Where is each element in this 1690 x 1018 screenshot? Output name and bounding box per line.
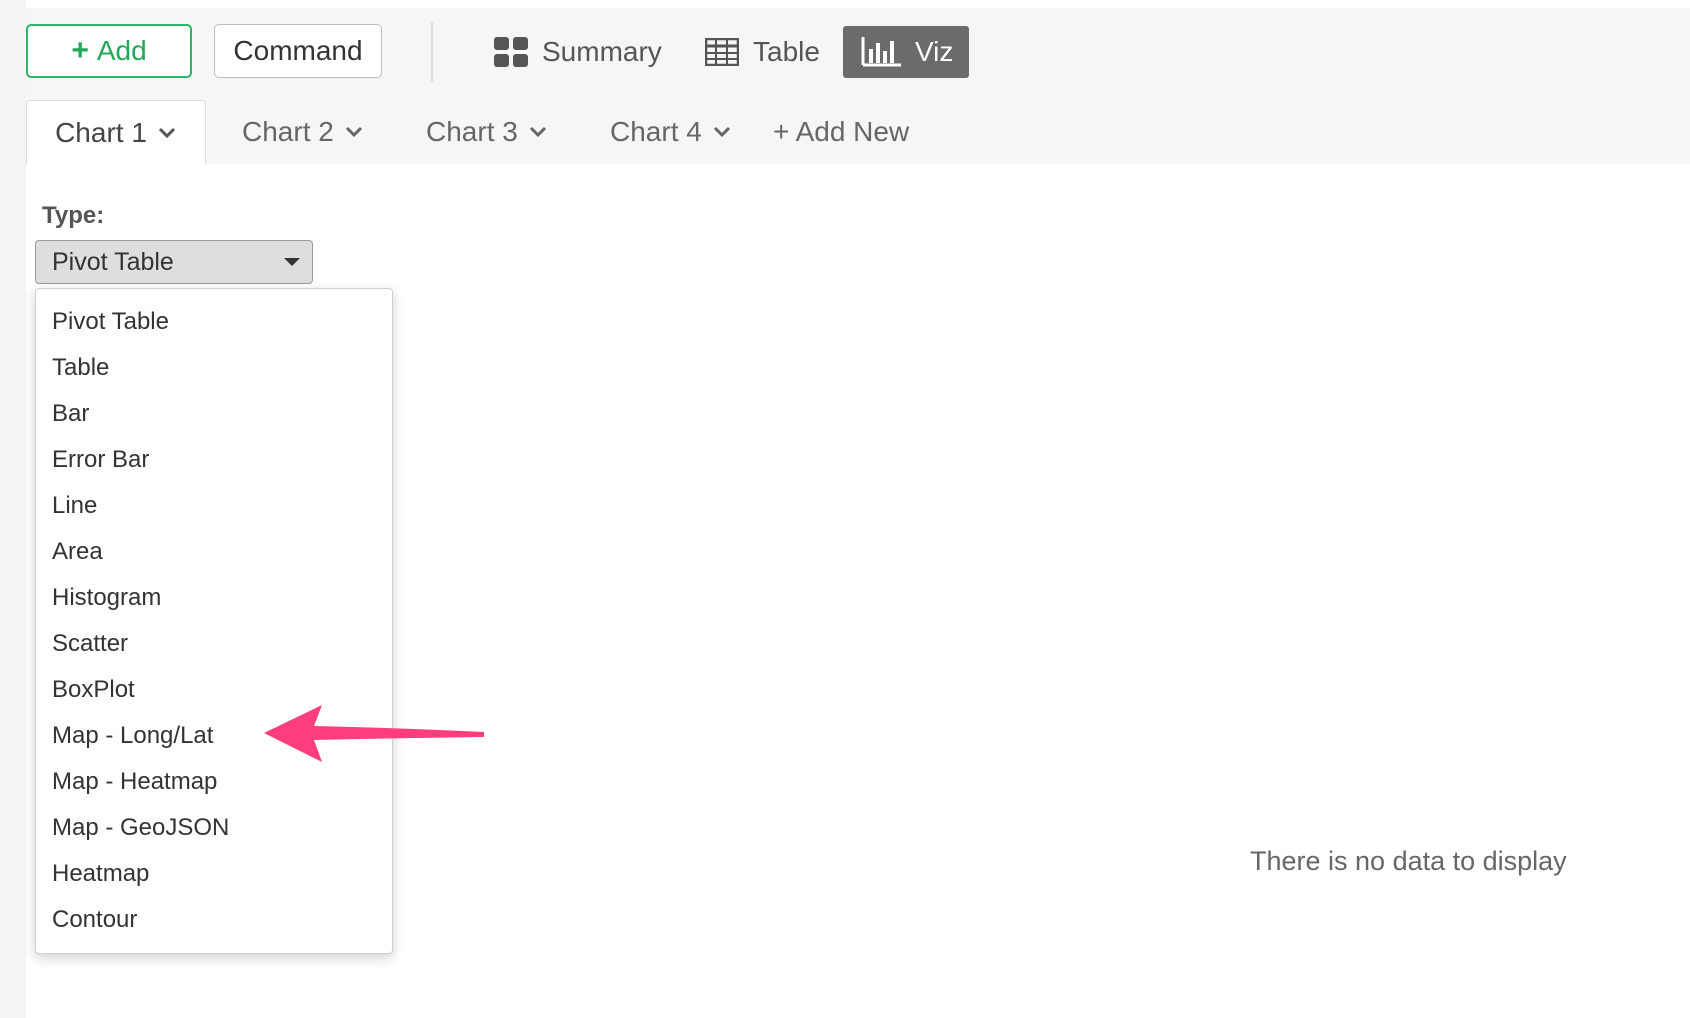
chevron-down-icon [713, 126, 730, 138]
bar-chart-icon [861, 37, 901, 67]
tab-chart-1[interactable]: Chart 1 [26, 100, 206, 164]
chevron-down-icon [158, 127, 175, 138]
dropdown-option-line[interactable]: Line [36, 483, 392, 529]
dropdown-option-pivot-table[interactable]: Pivot Table [36, 299, 392, 345]
dropdown-option-bar[interactable]: Bar [36, 391, 392, 437]
dropdown-option-heatmap[interactable]: Heatmap [36, 851, 392, 897]
annotation-arrow-icon [264, 705, 484, 762]
tab-chart-1-label: Chart 1 [55, 116, 147, 148]
summary-view-button[interactable]: Summary [494, 26, 662, 78]
command-button[interactable]: Command [214, 24, 382, 78]
table-view-button[interactable]: Table [705, 26, 820, 78]
viz-view-button[interactable]: Viz [843, 26, 969, 78]
summary-grid-icon [494, 37, 528, 67]
add-button-label: Add [96, 35, 147, 66]
add-new-label: + Add New [773, 116, 910, 147]
dropdown-option-contour[interactable]: Contour [36, 897, 392, 943]
type-label: Type: [42, 202, 105, 229]
tab-chart-2[interactable]: Chart 2 [242, 100, 364, 164]
plus-icon: + [71, 34, 89, 67]
summary-view-label: Summary [542, 36, 662, 67]
chevron-down-icon [345, 126, 362, 138]
chart-type-select[interactable]: Pivot Table [35, 240, 313, 284]
dropdown-option-histogram[interactable]: Histogram [36, 575, 392, 621]
add-new-chart-link[interactable]: + Add New [773, 100, 909, 164]
chevron-down-icon [529, 126, 546, 138]
tab-chart-2-label: Chart 2 [242, 116, 334, 147]
dropdown-option-area[interactable]: Area [36, 529, 392, 575]
dropdown-option-scatter[interactable]: Scatter [36, 621, 392, 667]
chart-type-selected-value: Pivot Table [52, 247, 174, 276]
command-button-label: Command [233, 35, 363, 66]
tab-chart-3-label: Chart 3 [426, 116, 518, 147]
dropdown-option-map-geojson[interactable]: Map - GeoJSON [36, 805, 392, 851]
chart-type-dropdown: Pivot Table Table Bar Error Bar Line Are… [35, 288, 393, 954]
left-gutter [0, 0, 26, 1018]
top-edge [26, 0, 1690, 8]
table-view-label: Table [753, 36, 820, 67]
viz-view-label: Viz [915, 36, 954, 67]
caret-down-icon [284, 258, 300, 266]
dropdown-option-error-bar[interactable]: Error Bar [36, 437, 392, 483]
table-icon [705, 38, 739, 66]
add-button[interactable]: + Add [26, 24, 192, 78]
dropdown-option-table[interactable]: Table [36, 345, 392, 391]
tab-chart-4[interactable]: Chart 4 [610, 100, 732, 164]
tab-chart-3[interactable]: Chart 3 [426, 100, 548, 164]
toolbar-divider [431, 22, 433, 82]
empty-state-message: There is no data to display [1250, 846, 1567, 876]
tab-chart-4-label: Chart 4 [610, 116, 702, 147]
